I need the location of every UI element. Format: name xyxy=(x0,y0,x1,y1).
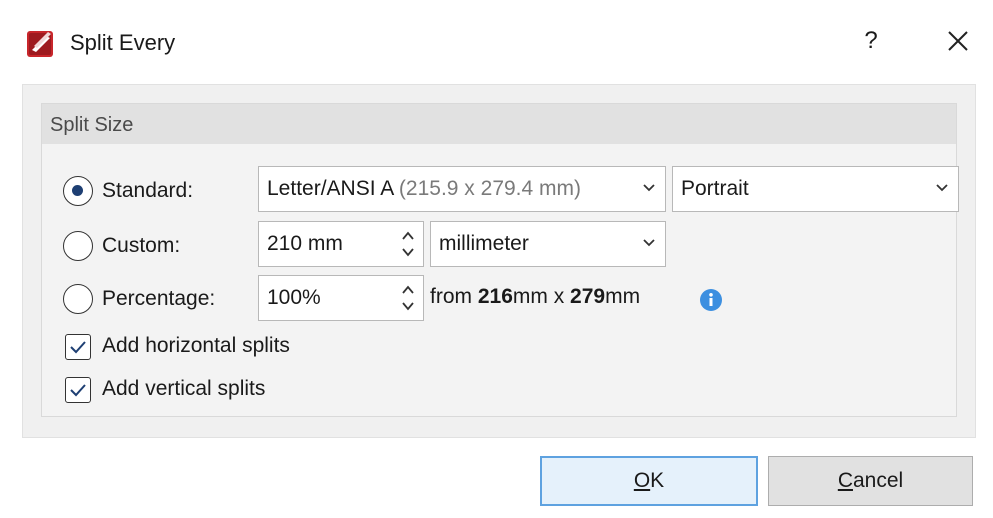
height-unit: mm xyxy=(605,285,641,308)
help-button[interactable]: ? xyxy=(858,24,884,58)
source-height: 279 xyxy=(570,285,606,308)
page-size-value: Letter/ANSI A xyxy=(267,177,394,200)
percentage-source-size: from 216mm x 279mm xyxy=(430,285,640,309)
checkmark-icon xyxy=(70,341,86,354)
custom-size-stepper[interactable]: 210 mm xyxy=(258,221,424,267)
vertical-splits-label: Add vertical splits xyxy=(102,377,266,400)
pdf-editor-app-icon xyxy=(27,31,53,57)
group-title: Split Size xyxy=(50,114,134,136)
width-unit: mm x xyxy=(512,285,571,308)
standard-label: Standard: xyxy=(102,179,194,202)
info-icon[interactable] xyxy=(699,288,723,312)
close-icon[interactable] xyxy=(944,27,972,55)
window-title: Split Every xyxy=(70,30,176,55)
ok-mnemonic: O xyxy=(633,469,651,492)
vertical-splits-checkbox[interactable] xyxy=(65,377,91,403)
spin-arrows-icon[interactable] xyxy=(401,226,415,262)
orientation-value: Portrait xyxy=(681,177,749,200)
ok-button[interactable]: OK xyxy=(540,456,758,506)
page-size-dimensions: (215.9 x 279.4 mm) xyxy=(398,177,582,200)
percentage-radio[interactable] xyxy=(63,284,93,314)
unit-dropdown[interactable]: millimeter xyxy=(430,221,666,267)
cancel-mnemonic: C xyxy=(837,469,853,492)
custom-size-value: 210 mm xyxy=(267,232,343,255)
page-size-dropdown[interactable]: Letter/ANSI A (215.9 x 279.4 mm) xyxy=(258,166,666,212)
standard-radio[interactable] xyxy=(63,176,93,206)
unit-value: millimeter xyxy=(439,232,529,255)
chevron-down-icon xyxy=(936,184,948,192)
custom-label: Custom: xyxy=(102,234,181,257)
checkmark-icon xyxy=(70,384,86,397)
cancel-rest: ancel xyxy=(852,469,904,492)
dialog-content: Split Size Standard: Letter/ANSI A (215.… xyxy=(22,84,976,438)
spin-arrows-icon[interactable] xyxy=(401,280,415,316)
chevron-down-icon xyxy=(643,239,655,247)
orientation-dropdown[interactable]: Portrait xyxy=(672,166,959,212)
from-prefix: from xyxy=(430,285,478,308)
custom-radio[interactable] xyxy=(63,231,93,261)
ok-rest: K xyxy=(650,469,665,492)
percentage-stepper[interactable]: 100% xyxy=(258,275,424,321)
cancel-button[interactable]: Cancel xyxy=(768,456,973,506)
radio-selected-dot xyxy=(72,185,83,196)
horizontal-splits-checkbox[interactable] xyxy=(65,334,91,360)
group-header: Split Size xyxy=(42,104,956,144)
percentage-label: Percentage: xyxy=(102,287,216,310)
horizontal-splits-label: Add horizontal splits xyxy=(102,334,290,357)
chevron-down-icon xyxy=(643,184,655,192)
title-bar: Split Every ? xyxy=(0,0,993,78)
split-size-group: Split Size Standard: Letter/ANSI A (215.… xyxy=(41,103,959,417)
percentage-value: 100% xyxy=(267,286,321,309)
source-width: 216 xyxy=(477,285,513,308)
